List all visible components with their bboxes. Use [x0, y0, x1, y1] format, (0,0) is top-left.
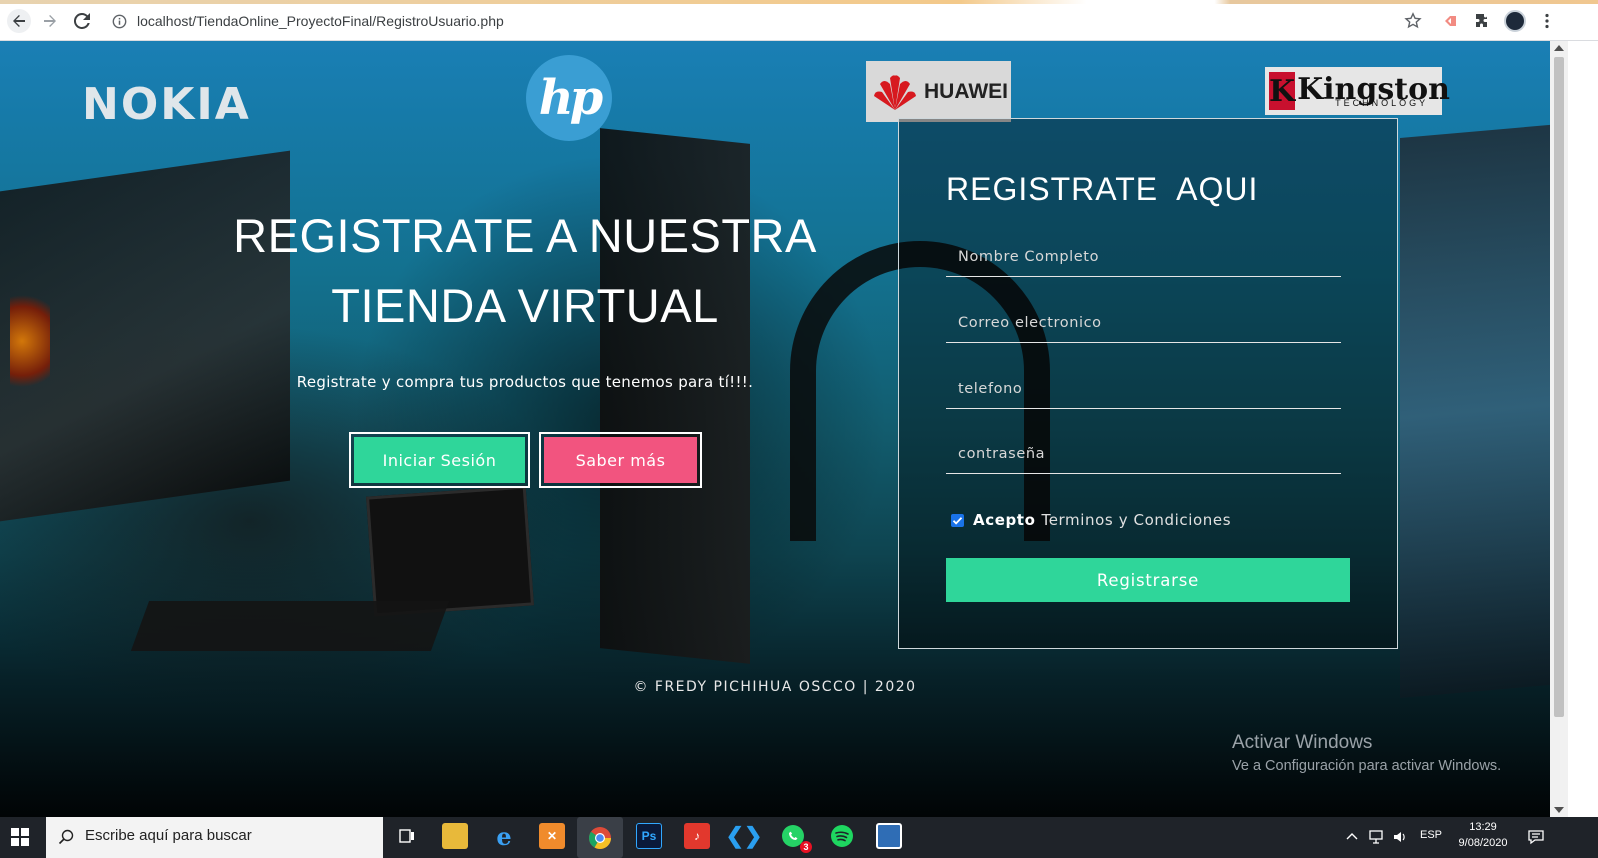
info-icon[interactable] [112, 14, 127, 29]
volume-icon[interactable] [1392, 829, 1408, 845]
kingston-logo: K Kingston TECHNOLOGY [1265, 67, 1450, 115]
windows-activation-watermark: Activar Windows Ve a Configuración para … [1232, 732, 1501, 774]
xampp-icon[interactable]: ✕ [539, 823, 565, 849]
activation-title: Activar Windows [1232, 732, 1373, 753]
huawei-flower-icon [874, 74, 916, 110]
learn-more-button[interactable]: Saber más [539, 432, 702, 488]
arrow-left-icon [13, 15, 25, 27]
login-button[interactable]: Iniciar Sesión [349, 432, 530, 488]
keyboard-silhouette [130, 601, 450, 651]
terms-link[interactable]: Terminos y Condiciones [1042, 511, 1232, 529]
page-background: NOKIA hp HUAWEI K Kingston TECHNOLOGY RE… [0, 41, 1550, 817]
learn-more-button-label: Saber más [544, 437, 697, 483]
pdf-reader-icon[interactable]: ♪ [684, 823, 710, 849]
footer-copyright: © FREDY PICHIHUA OSCCO | 2020 [633, 679, 917, 695]
register-form: REGISTRATE AQUI Acepto Terminos y Condic… [898, 118, 1398, 649]
scroll-up-icon[interactable] [1554, 45, 1564, 51]
activation-subtitle: Ve a Configuración para activar Windows. [1232, 758, 1502, 774]
window-edge [1568, 41, 1598, 817]
address-bar[interactable]: localhost/TiendaOnline_ProyectoFinal/Reg… [104, 6, 1434, 37]
clock-date: 9/08/2020 [1458, 837, 1508, 849]
photoshop-icon[interactable]: Ps [636, 823, 662, 849]
register-title: REGISTRATE AQUI [946, 171, 1259, 207]
reload-button[interactable] [70, 9, 94, 33]
kingston-k-mark: K [1269, 72, 1296, 110]
scroll-thumb[interactable] [1554, 57, 1564, 717]
git-app-icon[interactable] [876, 823, 902, 849]
whatsapp-badge: 3 [800, 841, 812, 853]
bookmark-star-icon[interactable] [1404, 12, 1422, 30]
huawei-logo: HUAWEI [866, 61, 1011, 122]
nokia-logo: NOKIA [82, 79, 251, 130]
kingston-logo-subtext: TECHNOLOGY [1335, 97, 1429, 108]
page-scrollbar[interactable] [1550, 41, 1568, 817]
spotify-icon[interactable] [829, 823, 855, 849]
hero-subtitle: Registrate y compra tus productos que te… [296, 373, 754, 391]
forward-button[interactable] [38, 9, 62, 33]
email-field-wrapper [946, 303, 1341, 343]
back-button[interactable] [7, 9, 31, 33]
network-icon[interactable] [1368, 829, 1384, 845]
browser-toolbar: localhost/TiendaOnline_ProyectoFinal/Reg… [0, 0, 1598, 41]
profile-avatar[interactable] [1504, 10, 1526, 32]
terms-checkbox[interactable] [951, 513, 964, 527]
login-button-label: Iniciar Sesión [354, 437, 525, 483]
taskbar-clock[interactable]: 13:29 9/08/2020 [1456, 819, 1510, 851]
vscode-icon[interactable]: ❮❯ [726, 823, 763, 849]
tab-strip [0, 0, 1598, 4]
hp-logo: hp [526, 55, 612, 141]
huawei-logo-text: HUAWEI [924, 79, 1008, 103]
scroll-down-icon[interactable] [1554, 807, 1564, 813]
phone-field-wrapper [946, 369, 1341, 409]
extension-icon[interactable] [1442, 12, 1460, 30]
search-icon [58, 829, 74, 845]
hero-title: REGISTRATE A NUESTRA TIENDA VIRTUAL [233, 209, 817, 332]
taskbar-search-placeholder: Escribe aquí para buscar [85, 827, 252, 844]
tablet-silhouette [366, 485, 534, 617]
windows-taskbar: Escribe aquí para buscar e ✕ Ps ♪ ❮❯ 3 E… [0, 817, 1598, 858]
edge-icon[interactable]: e [491, 822, 517, 851]
windows-start-icon[interactable] [10, 827, 30, 847]
clock-time: 13:29 [1469, 821, 1497, 833]
name-field-wrapper [946, 237, 1341, 277]
phone-field[interactable] [946, 369, 1341, 408]
arrow-right-icon [44, 15, 56, 27]
taskbar-search[interactable]: Escribe aquí para buscar [46, 817, 383, 858]
email-field[interactable] [946, 303, 1341, 342]
terms-accept-label: Acepto [973, 511, 1036, 529]
monitor-silhouette [1400, 124, 1550, 698]
reload-icon [74, 13, 90, 29]
checkmark-icon [952, 516, 963, 525]
notifications-icon[interactable] [1527, 828, 1545, 846]
menu-dots-icon[interactable] [1538, 12, 1556, 30]
tray-expand-icon[interactable] [1346, 831, 1358, 841]
password-field[interactable] [946, 434, 1341, 473]
chrome-icon[interactable] [577, 817, 623, 858]
file-explorer-icon[interactable] [442, 823, 468, 849]
terms-row: Acepto Terminos y Condiciones [951, 511, 1231, 529]
language-indicator[interactable]: ESP [1420, 829, 1442, 841]
password-field-wrapper [946, 434, 1341, 474]
whatsapp-icon[interactable]: 3 [780, 823, 812, 853]
hp-logo-text: hp [538, 70, 604, 126]
register-button[interactable]: Registrarse [946, 558, 1350, 602]
url-text: localhost/TiendaOnline_ProyectoFinal/Reg… [137, 13, 504, 29]
task-view-icon[interactable] [394, 823, 420, 849]
name-field[interactable] [946, 237, 1341, 276]
puzzle-icon[interactable] [1474, 12, 1492, 30]
screen-glow [10, 291, 50, 391]
